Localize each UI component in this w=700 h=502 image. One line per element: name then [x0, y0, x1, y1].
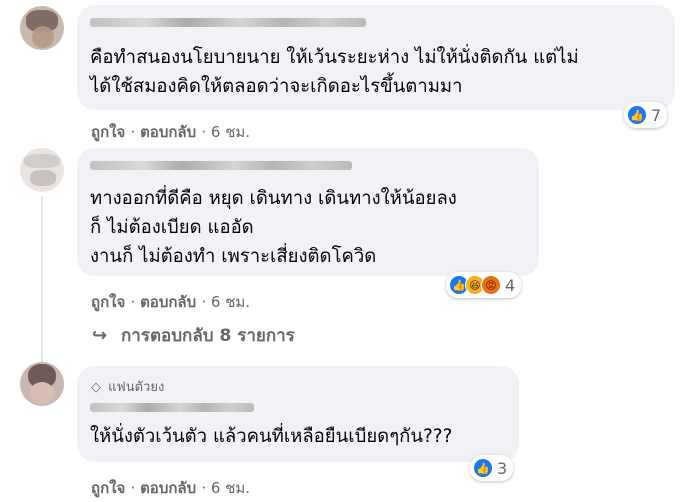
- author-name-redacted[interactable]: [90, 161, 352, 170]
- like-link[interactable]: ถูกใจ: [91, 479, 125, 497]
- top-fan-badge: ◇ แฟนตัวยง: [91, 376, 164, 397]
- separator-dot: ·: [201, 479, 211, 497]
- reaction-count: 4: [505, 275, 516, 295]
- comment-bubble: ◇ แฟนตัวยง ให้นั่งตัวเว้นตัว แล้วคนที่เห…: [77, 366, 519, 462]
- view-replies-link[interactable]: ↪ การตอบกลับ 8 รายการ: [92, 322, 295, 349]
- timestamp[interactable]: 6 ชม.: [211, 123, 250, 141]
- reply-arrow-icon: ↪: [92, 325, 108, 346]
- badge-label: แฟนตัวยง: [108, 380, 165, 395]
- comment-text-line: ก็ ไม่ต้องเบียด แออัด: [90, 217, 254, 238]
- thread-line: [41, 196, 43, 364]
- reaction-count: 3: [497, 458, 508, 478]
- diamond-icon: ◇: [91, 380, 101, 395]
- like-icon: 👍: [473, 458, 493, 478]
- reply-link[interactable]: ตอบกลับ: [140, 293, 196, 311]
- avatar[interactable]: [20, 362, 64, 406]
- comment-text-line: ได้ใช้สมองคิดให้ตลอดว่าจะเกิดอะไรขึ้นตาม…: [90, 76, 463, 97]
- reaction-summary[interactable]: 👍 7: [624, 102, 668, 128]
- angry-icon: 😡: [481, 275, 501, 295]
- reply-link[interactable]: ตอบกลับ: [140, 479, 196, 497]
- comment-bubble: ทางออกที่ดีคือ หยุด เดินทาง เดินทางให้น้…: [77, 148, 539, 276]
- like-icon: 👍: [627, 105, 647, 125]
- comment-text-line: คือทำสนองนโยบายนาย ให้เว้นระยะห่าง ไม่ให…: [90, 47, 579, 68]
- reply-link[interactable]: ตอบกลับ: [140, 123, 196, 141]
- comment-actions: ถูกใจ · ตอบกลับ · 6 ชม.: [91, 290, 250, 314]
- timestamp[interactable]: 6 ชม.: [211, 479, 250, 497]
- avatar[interactable]: [20, 6, 64, 50]
- timestamp[interactable]: 6 ชม.: [211, 293, 250, 311]
- comment-actions: ถูกใจ · ตอบกลับ · 6 ชม.: [91, 120, 250, 144]
- reaction-count: 7: [651, 105, 662, 125]
- comment-actions: ถูกใจ · ตอบกลับ · 6 ชม.: [91, 476, 250, 500]
- separator-dot: ·: [201, 123, 211, 141]
- separator-dot: ·: [130, 293, 141, 311]
- like-link[interactable]: ถูกใจ: [91, 293, 125, 311]
- replies-count-label: การตอบกลับ 8 รายการ: [121, 326, 295, 346]
- reaction-summary[interactable]: 👍 😆 😡 4: [446, 272, 522, 298]
- separator-dot: ·: [130, 123, 141, 141]
- like-link[interactable]: ถูกใจ: [91, 123, 125, 141]
- reaction-summary[interactable]: 👍 3: [470, 455, 514, 481]
- comment-bubble: คือทำสนองนโยบายนาย ให้เว้นระยะห่าง ไม่ให…: [77, 5, 675, 110]
- comment-text-line: ทางออกที่ดีคือ หยุด เดินทาง เดินทางให้น้…: [90, 188, 457, 209]
- comment-text-line: งานก็ ไม่ต้องทำ เพราะเสี่ยงติดโควิด: [90, 246, 377, 267]
- comment-text-line: ให้นั่งตัวเว้นตัว แล้วคนที่เหลือยืนเบียด…: [90, 426, 453, 447]
- separator-dot: ·: [201, 293, 211, 311]
- separator-dot: ·: [130, 479, 141, 497]
- avatar[interactable]: [20, 148, 64, 192]
- author-name-redacted[interactable]: [90, 403, 254, 412]
- author-name-redacted[interactable]: [90, 18, 366, 27]
